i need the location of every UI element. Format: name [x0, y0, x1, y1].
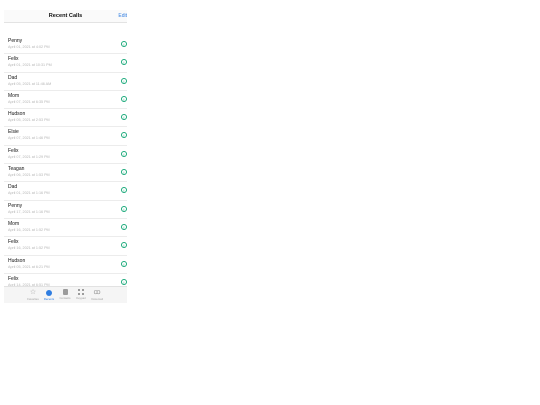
caller-name: Felix [8, 147, 19, 154]
page-title: Recent Calls [48, 13, 83, 19]
call-row[interactable]: Penny April 17, 2021 at 1:16 PM i [4, 201, 127, 219]
clock-icon [46, 289, 52, 296]
tab-favorites[interactable]: ☆ Favorites [25, 289, 41, 301]
tab-label: Contacts [59, 296, 71, 300]
call-row[interactable]: Teagan April 06, 2021 at 1:53 PM i [4, 164, 127, 183]
caller-name: Penny [8, 38, 23, 44]
caller-name: Felix [8, 275, 19, 282]
call-row[interactable]: Penny April 01, 2021 at 4:02 PM i [4, 36, 127, 55]
info-icon[interactable]: i [121, 59, 127, 66]
caller-name: Dad [8, 184, 18, 191]
tab-keypad[interactable]: Keypad [73, 289, 89, 300]
tab-label: Recents [43, 296, 55, 301]
call-row[interactable]: Dad April 01, 2021 at 1:16 PM i [4, 182, 127, 201]
voicemail-icon: ꝏ [93, 289, 101, 296]
caller-name: Penny [8, 202, 23, 209]
call-time: April 17, 2021 at 1:16 PM [8, 209, 50, 214]
info-icon[interactable]: i [121, 205, 127, 212]
info-icon[interactable]: i [121, 114, 127, 121]
call-time: April 01, 2021 at 10:31 PM [8, 63, 52, 68]
call-row[interactable]: Hudson April 05, 2021 at 2:53 PM i [4, 109, 127, 128]
tab-label: Voicemail [91, 297, 103, 301]
recent-calls-list: Penny April 01, 2021 at 4:02 PM i Felix Apr… [4, 36, 127, 293]
call-time: April 07, 2021 at 1:46 PM [8, 136, 50, 141]
info-icon[interactable]: i [121, 150, 127, 157]
tab-bar: ☆ Favorites Recents Contacts Keypad ꝏ Vo… [4, 286, 127, 303]
tab-recents[interactable]: Recents [41, 289, 57, 301]
info-icon[interactable]: i [121, 223, 127, 230]
call-time: April 01, 2021 at 1:16 PM [8, 191, 50, 196]
caller-name: Hudson [8, 111, 26, 118]
caller-name: Hudson [8, 257, 26, 264]
caller-name: Elsie [8, 129, 19, 136]
tab-label: Keypad [76, 296, 86, 300]
caller-name: Teagan [8, 166, 25, 173]
call-row[interactable]: Felix April 01, 2021 at 10:31 PM i [4, 54, 127, 73]
call-row[interactable]: Hudson April 05, 2021 at 6:21 PM i [4, 256, 127, 274]
call-time: April 05, 2021 at 2:53 PM [8, 118, 50, 123]
info-icon[interactable]: i [121, 77, 127, 84]
call-row[interactable]: Elsie April 07, 2021 at 1:46 PM i [4, 127, 127, 146]
info-icon[interactable]: i [121, 95, 127, 102]
edit-button[interactable]: Edit [118, 13, 127, 19]
call-row[interactable]: Mom April 16, 2021 at 1:52 PM i [4, 219, 127, 238]
tab-contacts[interactable]: Contacts [57, 289, 73, 300]
caller-name: Dad [8, 74, 18, 81]
person-icon [62, 289, 68, 295]
info-icon[interactable]: i [121, 41, 127, 47]
call-row[interactable]: Felix April 16, 2021 at 1:52 PM i [4, 237, 127, 256]
caller-name: Felix [8, 56, 19, 63]
nav-bar: Recent Calls Edit [4, 10, 127, 23]
call-time: April 06, 2021 at 1:53 PM [8, 173, 50, 178]
phone-screen: Recent Calls Edit Penny April 01, 2021 at… [4, 10, 127, 303]
call-time: April 16, 2021 at 1:52 PM [8, 227, 50, 232]
call-row[interactable]: Mom April 07, 2021 at 6:35 PM i [4, 91, 127, 110]
tab-voicemail[interactable]: ꝏ Voicemail [89, 289, 105, 301]
info-icon[interactable]: i [121, 169, 127, 176]
info-icon[interactable]: i [121, 242, 127, 249]
star-icon: ☆ [29, 289, 37, 296]
tab-label: Favorites [27, 297, 39, 301]
call-row[interactable]: Dad April 05, 2021 at 11:46 AM i [4, 73, 127, 91]
info-icon[interactable]: i [121, 278, 127, 285]
call-time: April 01, 2021 at 4:02 PM [8, 45, 50, 49]
caller-name: Mom [8, 220, 20, 227]
caller-name: Mom [8, 92, 20, 99]
call-time: April 05, 2021 at 6:21 PM [8, 264, 50, 269]
call-time: April 07, 2021 at 1:29 PM [8, 154, 50, 159]
keypad-icon [78, 289, 84, 295]
info-icon[interactable]: i [121, 260, 127, 267]
call-time: April 16, 2021 at 1:52 PM [8, 246, 50, 251]
call-time: April 05, 2021 at 11:46 AM [8, 81, 52, 86]
caller-name: Felix [8, 239, 19, 246]
call-row[interactable]: Felix April 07, 2021 at 1:29 PM i [4, 146, 127, 165]
info-icon[interactable]: i [121, 132, 127, 139]
info-icon[interactable]: i [121, 187, 127, 194]
call-time: April 07, 2021 at 6:35 PM [8, 99, 50, 104]
